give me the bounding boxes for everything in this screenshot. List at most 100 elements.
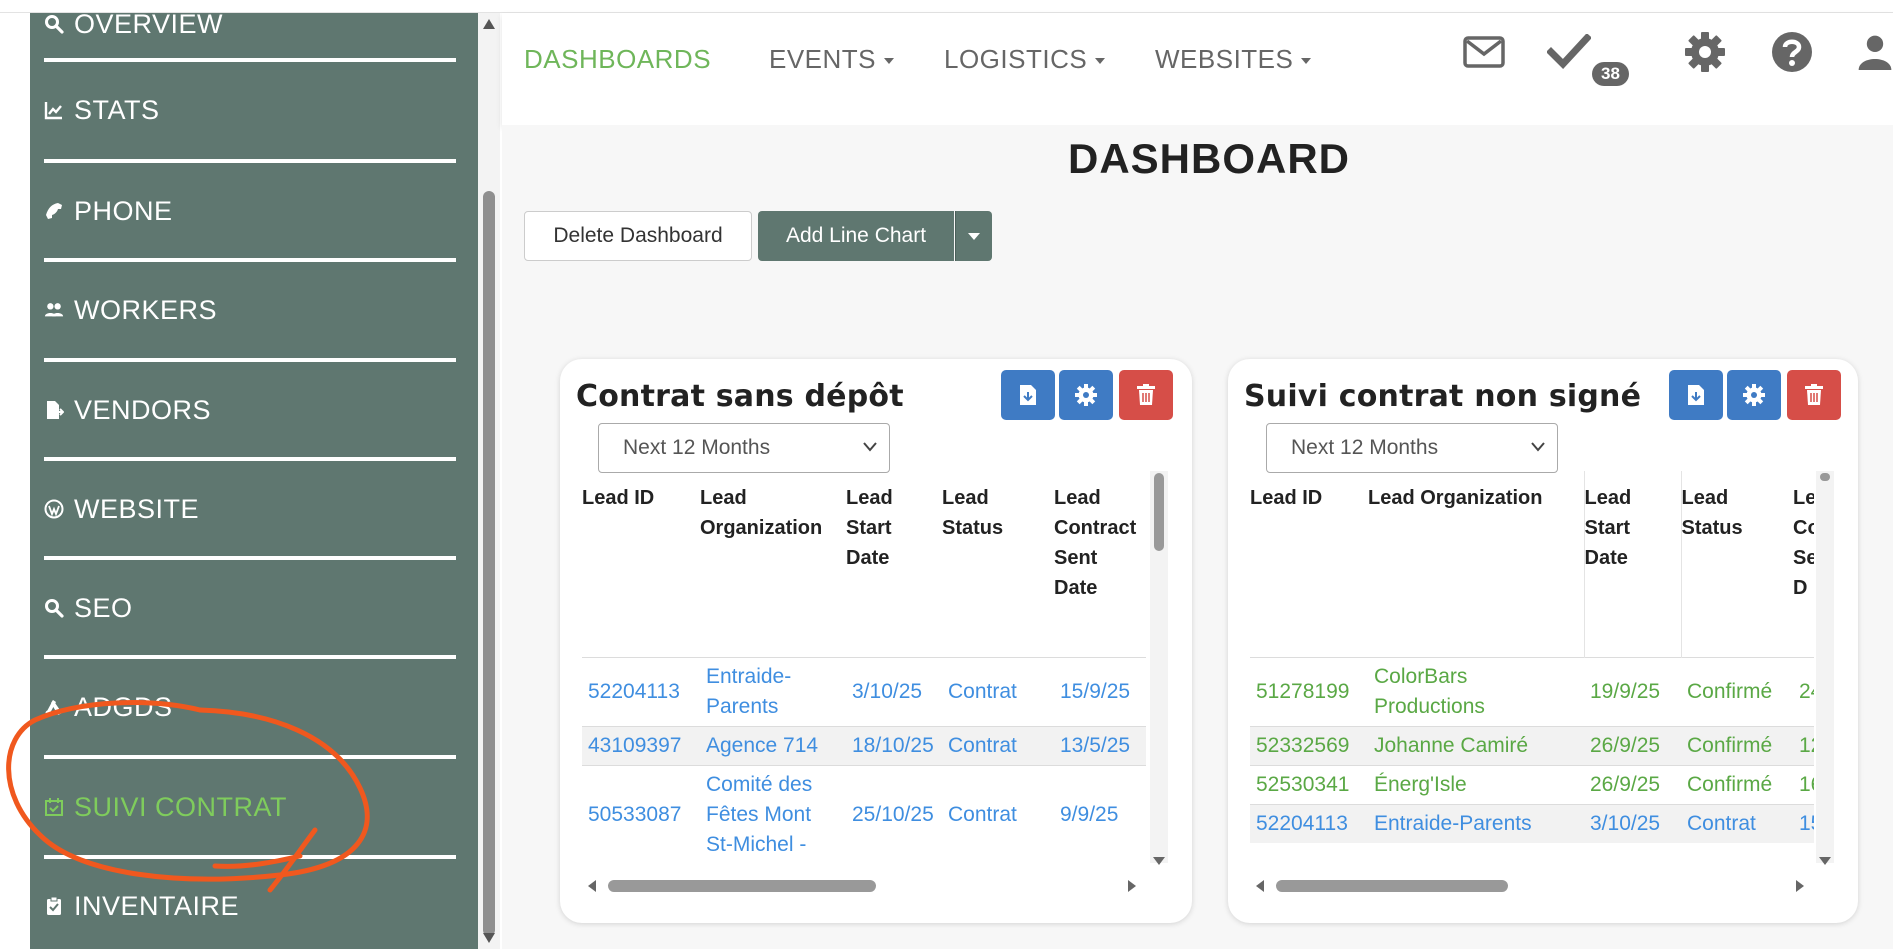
cell-sent-date[interactable]: 16 <box>1793 764 1814 804</box>
download-button[interactable] <box>1669 370 1723 420</box>
date-range-select[interactable]: Next 12 Months <box>1266 423 1558 473</box>
sidebar-item-website[interactable]: WEBSITE <box>42 464 452 554</box>
scroll-right-arrow-icon[interactable] <box>1796 880 1804 892</box>
cell-lead-id[interactable]: 50533087 <box>582 764 700 864</box>
cell-organization[interactable]: ColorBars Productions <box>1368 656 1584 726</box>
cell-organization[interactable]: Agence 714 <box>700 725 846 765</box>
column-header[interactable]: Lead Start Date <box>1584 471 1682 657</box>
scroll-left-arrow-icon[interactable] <box>588 880 596 892</box>
date-range-select[interactable]: Next 12 Months <box>598 423 890 473</box>
cell-start-date[interactable]: 26/9/25 <box>1584 764 1681 804</box>
table-row[interactable]: 52332569 Johanne Camiré 26/9/25 Confirmé… <box>1250 725 1814 765</box>
cell-start-date[interactable]: 3/10/25 <box>846 656 942 726</box>
cell-status[interactable]: Confirmé <box>1681 656 1793 726</box>
add-line-chart-button[interactable]: Add Line Chart <box>758 211 954 261</box>
gear-icon[interactable] <box>1683 30 1727 74</box>
column-header[interactable]: Lead ID <box>1250 471 1368 657</box>
cell-lead-id[interactable]: 51278199 <box>1250 656 1368 726</box>
cell-lead-id[interactable]: 52204113 <box>582 656 700 726</box>
cell-sent-date[interactable]: 15/9/25 <box>1054 656 1146 726</box>
scrollbar-thumb[interactable] <box>483 191 495 936</box>
table-row[interactable]: 52204113 Entraide-Parents 3/10/25 Contra… <box>1250 803 1814 843</box>
table-row[interactable]: 43109397 Agence 714 18/10/25 Contrat 13/… <box>582 725 1146 765</box>
card-settings-button[interactable] <box>1727 370 1781 420</box>
vertical-scrollbar[interactable] <box>1150 471 1168 865</box>
scroll-up-arrow-icon[interactable] <box>483 19 495 29</box>
cell-status[interactable]: Confirmé <box>1681 764 1793 804</box>
scrollbar-thumb[interactable] <box>608 880 876 892</box>
column-header[interactable]: Lead Status <box>1681 471 1793 657</box>
add-chart-dropdown-toggle[interactable] <box>955 211 992 261</box>
sidebar-item-workers[interactable]: WORKERS <box>42 265 452 355</box>
cell-organization[interactable]: Entraide-Parents <box>1368 803 1584 843</box>
scrollbar-thumb[interactable] <box>1276 880 1508 892</box>
column-header[interactable]: Lead Organization <box>700 471 846 657</box>
scrollbar-thumb[interactable] <box>1154 473 1164 551</box>
scroll-right-arrow-icon[interactable] <box>1128 880 1136 892</box>
cell-status[interactable]: Contrat <box>942 764 1054 864</box>
scroll-down-arrow-icon[interactable] <box>483 933 495 943</box>
cell-sent-date[interactable]: 9/9/25 <box>1054 764 1146 864</box>
check-icon[interactable] <box>1546 30 1592 74</box>
sidebar-item-inventaire[interactable]: INVENTAIRE <box>42 861 452 949</box>
sidebar-item-seo[interactable]: SEO <box>42 563 452 653</box>
cell-start-date[interactable]: 18/10/25 <box>846 725 942 765</box>
cell-lead-id[interactable]: 52204113 <box>1250 803 1368 843</box>
cell-status[interactable]: Contrat <box>942 725 1054 765</box>
nav-dashboards[interactable]: DASHBOARDS <box>524 44 711 75</box>
sidebar-item-vendors[interactable]: VENDORS <box>42 365 452 455</box>
delete-dashboard-button[interactable]: Delete Dashboard <box>524 211 752 261</box>
table-header-row: Lead ID Lead Organization Lead Start Date L… <box>582 471 1146 657</box>
sidebar-item-stats[interactable]: STATS <box>42 65 452 155</box>
cell-organization[interactable]: Johanne Camiré <box>1368 725 1584 765</box>
cell-organization[interactable]: Comité des Fêtes Mont St-Michel - <box>700 764 846 864</box>
cell-status[interactable]: Contrat <box>942 656 1054 726</box>
cell-start-date[interactable]: 3/10/25 <box>1584 803 1681 843</box>
cell-start-date[interactable]: 26/9/25 <box>1584 725 1681 765</box>
delete-card-button[interactable] <box>1787 370 1841 420</box>
table-row[interactable]: 50533087 Comité des Fêtes Mont St-Michel -… <box>582 764 1146 864</box>
download-button[interactable] <box>1001 370 1055 420</box>
user-icon[interactable] <box>1857 30 1893 74</box>
cell-lead-id[interactable]: 52332569 <box>1250 725 1368 765</box>
cell-sent-date[interactable]: 15 <box>1793 803 1814 843</box>
column-header[interactable]: Lead Status <box>942 471 1054 657</box>
vertical-scrollbar[interactable] <box>1816 471 1834 865</box>
nav-websites[interactable]: WEBSITES <box>1155 44 1312 75</box>
cell-start-date[interactable]: 19/9/25 <box>1584 656 1681 726</box>
horizontal-scrollbar[interactable] <box>582 877 1142 895</box>
cell-lead-id[interactable]: 43109397 <box>582 725 700 765</box>
cell-organization[interactable]: Énerg'Isle <box>1368 764 1584 804</box>
sidebar-item-adgds[interactable]: ADGDS <box>42 662 452 752</box>
envelope-icon[interactable] <box>1462 30 1506 74</box>
cell-lead-id[interactable]: 52530341 <box>1250 764 1368 804</box>
column-header[interactable]: Le Co Se D <box>1793 471 1814 657</box>
card-settings-button[interactable] <box>1059 370 1113 420</box>
nav-logistics[interactable]: LOGISTICS <box>944 44 1106 75</box>
help-icon[interactable] <box>1770 30 1814 74</box>
scrollbar-thumb[interactable] <box>1820 473 1830 481</box>
delete-card-button[interactable] <box>1119 370 1173 420</box>
table-row[interactable]: 52204113 Entraide-Parents 3/10/25 Contra… <box>582 656 1146 726</box>
sidebar-item-suivi-contrat[interactable]: SUIVI CONTRAT <box>42 762 452 852</box>
column-header[interactable]: Lead Start Date <box>846 471 942 657</box>
cell-status[interactable]: Confirmé <box>1681 725 1793 765</box>
cell-start-date[interactable]: 25/10/25 <box>846 764 942 864</box>
sidebar-scrollbar[interactable] <box>478 13 500 949</box>
cell-organization[interactable]: Entraide-Parents <box>700 656 846 726</box>
horizontal-scrollbar[interactable] <box>1250 877 1810 895</box>
cell-sent-date[interactable]: 12 <box>1793 725 1814 765</box>
column-header[interactable]: Lead ID <box>582 471 700 657</box>
column-header[interactable]: Lead Contract Sent Date <box>1054 471 1146 657</box>
scroll-left-arrow-icon[interactable] <box>1256 880 1264 892</box>
table-row[interactable]: 52530341 Énerg'Isle 26/9/25 Confirmé 16 <box>1250 764 1814 804</box>
scroll-down-arrow-icon[interactable] <box>1153 857 1165 865</box>
column-header[interactable]: Lead Organization <box>1368 471 1585 657</box>
scroll-down-arrow-icon[interactable] <box>1819 857 1831 865</box>
nav-events[interactable]: EVENTS <box>769 44 895 75</box>
table-row[interactable]: 51278199 ColorBars Productions 19/9/25 Co… <box>1250 656 1814 726</box>
cell-status[interactable]: Contrat <box>1681 803 1793 843</box>
cell-sent-date[interactable]: 24 <box>1793 656 1814 726</box>
cell-sent-date[interactable]: 13/5/25 <box>1054 725 1146 765</box>
sidebar-item-phone[interactable]: PHONE <box>42 166 452 256</box>
